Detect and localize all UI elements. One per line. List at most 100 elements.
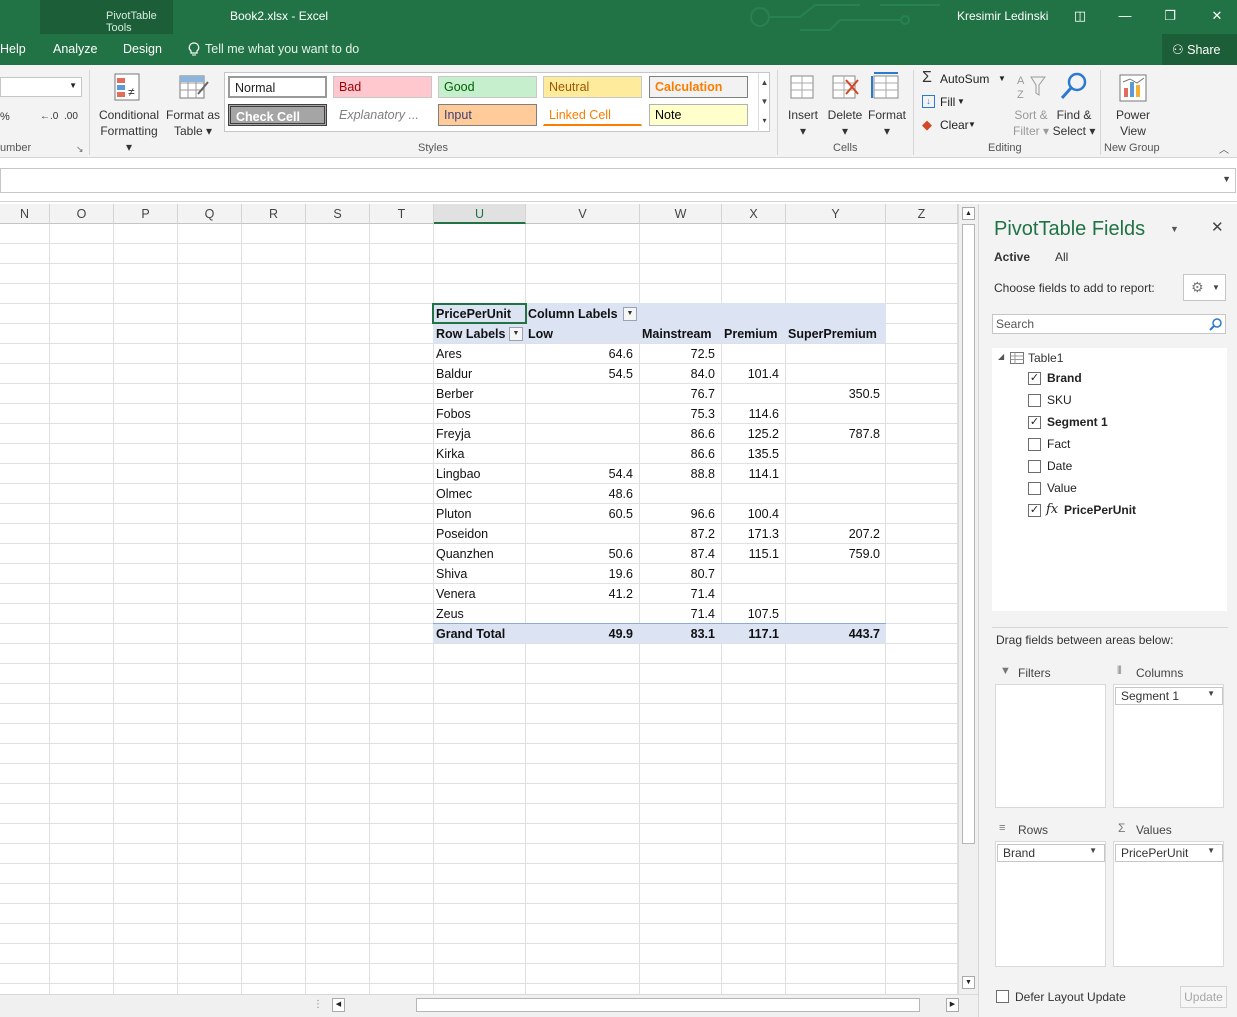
format-button[interactable]: Format ▾ [866, 69, 908, 141]
style-note[interactable]: Note [649, 104, 748, 126]
column-header-w[interactable]: W [640, 204, 722, 224]
field-name[interactable]: Value [1047, 481, 1077, 495]
rows-field-brand[interactable]: Brand ▼ [997, 844, 1105, 862]
style-calculation[interactable]: Calculation [649, 76, 748, 98]
close-window-icon[interactable]: ✕ [1207, 6, 1227, 26]
expand-formula-bar-icon[interactable]: ▼ [1222, 174, 1231, 184]
filters-area[interactable] [995, 684, 1106, 808]
style-linked-cell[interactable]: Linked Cell [543, 104, 642, 126]
gallery-scroll-up-icon[interactable]: ▲ [758, 73, 770, 92]
field-checkbox[interactable]: ✓ [1028, 372, 1041, 385]
number-dialog-launcher-icon[interactable]: ↘ [76, 144, 84, 155]
delete-button[interactable]: Delete ▾ [825, 69, 865, 141]
gallery-scroll-down-icon[interactable]: ▼ [758, 92, 770, 111]
field-checkbox[interactable] [1028, 460, 1041, 473]
column-header-n[interactable]: N [0, 204, 50, 224]
style-explanatory[interactable]: Explanatory ... [333, 104, 432, 126]
field-checkbox[interactable] [1028, 438, 1041, 451]
field-name[interactable]: PricePerUnit [1064, 503, 1136, 517]
column-header-p[interactable]: P [114, 204, 178, 224]
ribbon-display-options-icon[interactable]: ◫ [1070, 6, 1090, 26]
insert-button[interactable]: Insert ▾ [784, 69, 822, 141]
scroll-left-icon[interactable]: ◀ [332, 998, 345, 1012]
field-name[interactable]: Segment 1 [1047, 415, 1108, 429]
style-bad[interactable]: Bad [333, 76, 432, 98]
rows-area[interactable]: Brand ▼ [995, 841, 1106, 967]
style-normal[interactable]: Normal [228, 76, 327, 98]
column-header-y[interactable]: Y [786, 204, 886, 224]
find-select-button[interactable]: Find & Select ▾ [1052, 69, 1096, 141]
conditional-formatting-button[interactable]: ≠ Conditional Formatting ▾ [96, 69, 162, 154]
column-header-o[interactable]: O [50, 204, 114, 224]
sort-filter-button[interactable]: AZ Sort & Filter ▾ [1010, 69, 1052, 141]
column-header-r[interactable]: R [242, 204, 306, 224]
worksheet-grid[interactable]: NOPQRSTUVWXYZ PricePerUnit Column Labels… [0, 204, 958, 994]
update-button[interactable]: Update [1180, 986, 1227, 1008]
restore-icon[interactable]: ❐ [1160, 6, 1180, 26]
column-header-v[interactable]: V [526, 204, 640, 224]
scroll-down-icon[interactable]: ▼ [962, 976, 975, 989]
style-check-cell[interactable]: Check Cell [228, 104, 327, 126]
tab-all[interactable]: All [1055, 250, 1068, 264]
search-input[interactable]: Search [992, 314, 1226, 334]
format-as-table-button[interactable]: Format as Table ▾ [164, 69, 222, 141]
delete-label: Delete ▾ [827, 108, 863, 138]
field-name[interactable]: SKU [1047, 393, 1072, 407]
autosum-button[interactable]: Σ AutoSum ▼ [920, 69, 1010, 89]
field-name[interactable]: Fact [1047, 437, 1070, 451]
column-header-s[interactable]: S [306, 204, 370, 224]
share-button[interactable]: ⚇ Share [1162, 34, 1237, 65]
pivot-row-labels: Row Labels [436, 327, 506, 341]
comma-style-icon[interactable]: % [0, 111, 10, 123]
decrease-decimal-icon[interactable]: .00 [64, 111, 78, 122]
formula-bar[interactable]: ▼ [0, 168, 1236, 193]
field-checkbox[interactable] [1028, 482, 1041, 495]
collapse-ribbon-icon[interactable]: ︿ [1219, 141, 1229, 156]
columns-area[interactable]: Segment 1 ▼ [1113, 684, 1224, 808]
defer-update-checkbox[interactable] [996, 990, 1009, 1003]
scroll-up-icon[interactable]: ▲ [962, 207, 975, 220]
tab-active[interactable]: Active [994, 250, 1030, 264]
column-header-q[interactable]: Q [178, 204, 242, 224]
pivot-cell-value: 84.0 [690, 367, 715, 381]
collapse-triangle-icon[interactable]: ◢ [998, 352, 1004, 361]
field-name[interactable]: Date [1047, 459, 1072, 473]
tab-design[interactable]: Design [123, 42, 162, 56]
field-checkbox[interactable] [1028, 394, 1041, 407]
values-area[interactable]: PricePerUnit ▼ [1113, 841, 1224, 967]
style-input[interactable]: Input [438, 104, 537, 126]
tools-button[interactable]: ⚙ ▼ [1183, 274, 1226, 301]
increase-decimal-icon[interactable]: ←.0 [40, 111, 58, 122]
minimize-icon[interactable]: — [1115, 6, 1135, 26]
tab-analyze[interactable]: Analyze [53, 42, 97, 56]
column-header-z[interactable]: Z [886, 204, 958, 224]
clear-button[interactable]: ◆ Clear ▼ [920, 117, 980, 135]
column-header-u[interactable]: U [434, 204, 526, 224]
style-neutral[interactable]: Neutral [543, 76, 642, 98]
values-field-priceperunit[interactable]: PricePerUnit ▼ [1115, 844, 1223, 862]
power-view-button[interactable]: Power View [1108, 69, 1158, 141]
search-icon [1209, 318, 1222, 331]
columns-field-segment[interactable]: Segment 1 ▼ [1115, 687, 1223, 705]
new-group-label: New Group [1104, 142, 1160, 154]
column-labels-filter-button[interactable]: ▼ [623, 307, 637, 321]
field-checkbox[interactable]: ✓ [1028, 416, 1041, 429]
close-pane-icon[interactable]: ✕ [1211, 218, 1224, 236]
horizontal-scroll-thumb[interactable] [416, 998, 920, 1012]
column-header-t[interactable]: T [370, 204, 434, 224]
column-header-x[interactable]: X [722, 204, 786, 224]
gallery-more-icon[interactable]: ▾ [758, 111, 770, 132]
field-name[interactable]: Brand [1047, 371, 1082, 385]
pane-options-chevron-icon[interactable]: ▼ [1170, 224, 1179, 234]
row-labels-filter-button[interactable]: ▼ [509, 327, 523, 341]
scroll-right-icon[interactable]: ▶ [946, 998, 959, 1012]
vertical-scroll-thumb[interactable] [962, 224, 975, 844]
style-good[interactable]: Good [438, 76, 537, 98]
tab-help[interactable]: Help [0, 42, 26, 56]
fill-button[interactable]: ↓ Fill ▼ [920, 94, 980, 112]
number-format-dropdown[interactable]: ▼ [0, 77, 82, 97]
tell-me-search[interactable]: Tell me what you want to do [205, 42, 359, 56]
field-checkbox[interactable]: ✓ [1028, 504, 1041, 517]
split-handle-icon[interactable]: ⋮ [313, 999, 323, 1010]
vertical-scrollbar[interactable]: ▲ ▼ [958, 204, 978, 994]
